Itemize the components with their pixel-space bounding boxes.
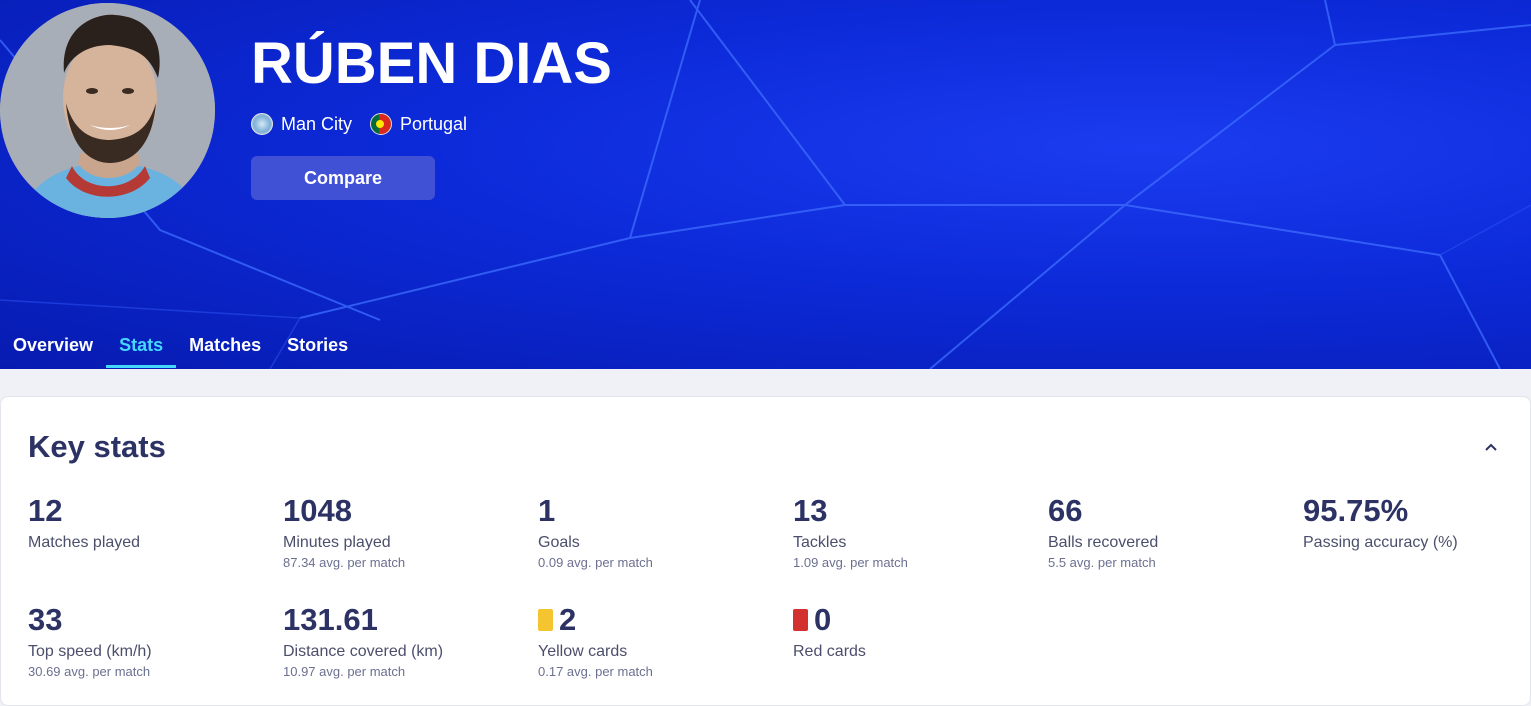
stat-label: Goals <box>538 534 580 551</box>
stat-minutes-played: 1048 Minutes played 87.34 avg. per match <box>283 493 513 570</box>
starball-background <box>0 0 1531 369</box>
club-link[interactable]: Man City <box>251 113 352 135</box>
stat-yellow-cards: 2 Yellow cards 0.17 avg. per match <box>538 602 768 679</box>
club-name: Man City <box>281 113 353 134</box>
stat-label: Balls recovered <box>1048 534 1159 551</box>
stat-value: 66 <box>1048 493 1083 528</box>
stat-avg: 0.17 avg. per match <box>538 664 653 679</box>
stat-value: 33 <box>28 602 63 637</box>
stat-label: Top speed (km/h) <box>28 643 152 660</box>
chevron-up-icon[interactable] <box>1484 442 1498 452</box>
stat-value: 13 <box>793 493 828 528</box>
stat-label: Matches played <box>28 534 141 551</box>
yellow-card-icon <box>538 609 553 631</box>
stat-top-speed: 33 Top speed (km/h) 30.69 avg. per match <box>28 602 258 679</box>
stat-value: 12 <box>28 493 63 528</box>
compare-button[interactable]: Compare <box>251 156 435 200</box>
player-hero: RÚBEN DIAS Man City Portugal Compare Ove… <box>0 0 1531 369</box>
stat-label: Distance covered (km) <box>283 643 444 660</box>
tab-stories[interactable]: Stories <box>274 330 361 368</box>
stat-label: Red cards <box>793 643 866 660</box>
stat-matches-played: 12 Matches played <box>28 493 258 552</box>
player-name: RÚBEN DIAS <box>251 31 612 96</box>
stat-red-cards: 0 Red cards <box>793 602 1023 661</box>
tab-matches[interactable]: Matches <box>176 330 274 368</box>
stat-avg: 30.69 avg. per match <box>28 664 151 679</box>
tab-overview[interactable]: Overview <box>0 330 106 368</box>
stat-label: Minutes played <box>283 534 391 551</box>
player-tabs: Overview Stats Matches Stories <box>0 330 361 369</box>
stat-distance-covered: 131.61 Distance covered (km) 10.97 avg. … <box>283 602 513 679</box>
stat-value: 2 <box>559 602 577 637</box>
tab-stats[interactable]: Stats <box>106 330 177 368</box>
portugal-flag-icon <box>370 113 393 135</box>
stat-avg: 87.34 avg. per match <box>283 555 406 570</box>
club-badge-icon <box>251 113 273 135</box>
red-card-icon <box>793 609 808 631</box>
stat-label: Passing accuracy (%) <box>1303 534 1458 551</box>
stat-value: 0 <box>814 602 832 637</box>
stat-passing-accuracy: 95.75% Passing accuracy (%) <box>1303 493 1531 552</box>
player-meta: Man City Portugal <box>251 113 485 135</box>
stat-avg: 10.97 avg. per match <box>283 664 406 679</box>
key-stats-card: Key stats 12 Matches played 1048 Minutes… <box>0 396 1531 706</box>
stat-avg: 1.09 avg. per match <box>793 555 908 570</box>
stat-label: Tackles <box>793 534 847 551</box>
stat-value: 131.61 <box>283 602 378 637</box>
stat-value: 1 <box>538 493 556 528</box>
stat-goals: 1 Goals 0.09 avg. per match <box>538 493 768 570</box>
stat-balls-recovered: 66 Balls recovered 5.5 avg. per match <box>1048 493 1278 570</box>
stat-avg: 5.5 avg. per match <box>1048 555 1156 570</box>
player-avatar <box>0 3 215 218</box>
country-link[interactable]: Portugal <box>370 113 467 135</box>
country-name: Portugal <box>400 113 468 134</box>
stat-value-row: 0 <box>793 602 1023 637</box>
stat-label: Yellow cards <box>538 643 628 660</box>
stat-value-row: 2 <box>538 602 768 637</box>
stat-value: 1048 <box>283 493 352 528</box>
stat-value: 95.75% <box>1303 493 1409 528</box>
key-stats-title: Key stats <box>28 429 166 464</box>
stat-tackles: 13 Tackles 1.09 avg. per match <box>793 493 1023 570</box>
stat-avg: 0.09 avg. per match <box>538 555 653 570</box>
